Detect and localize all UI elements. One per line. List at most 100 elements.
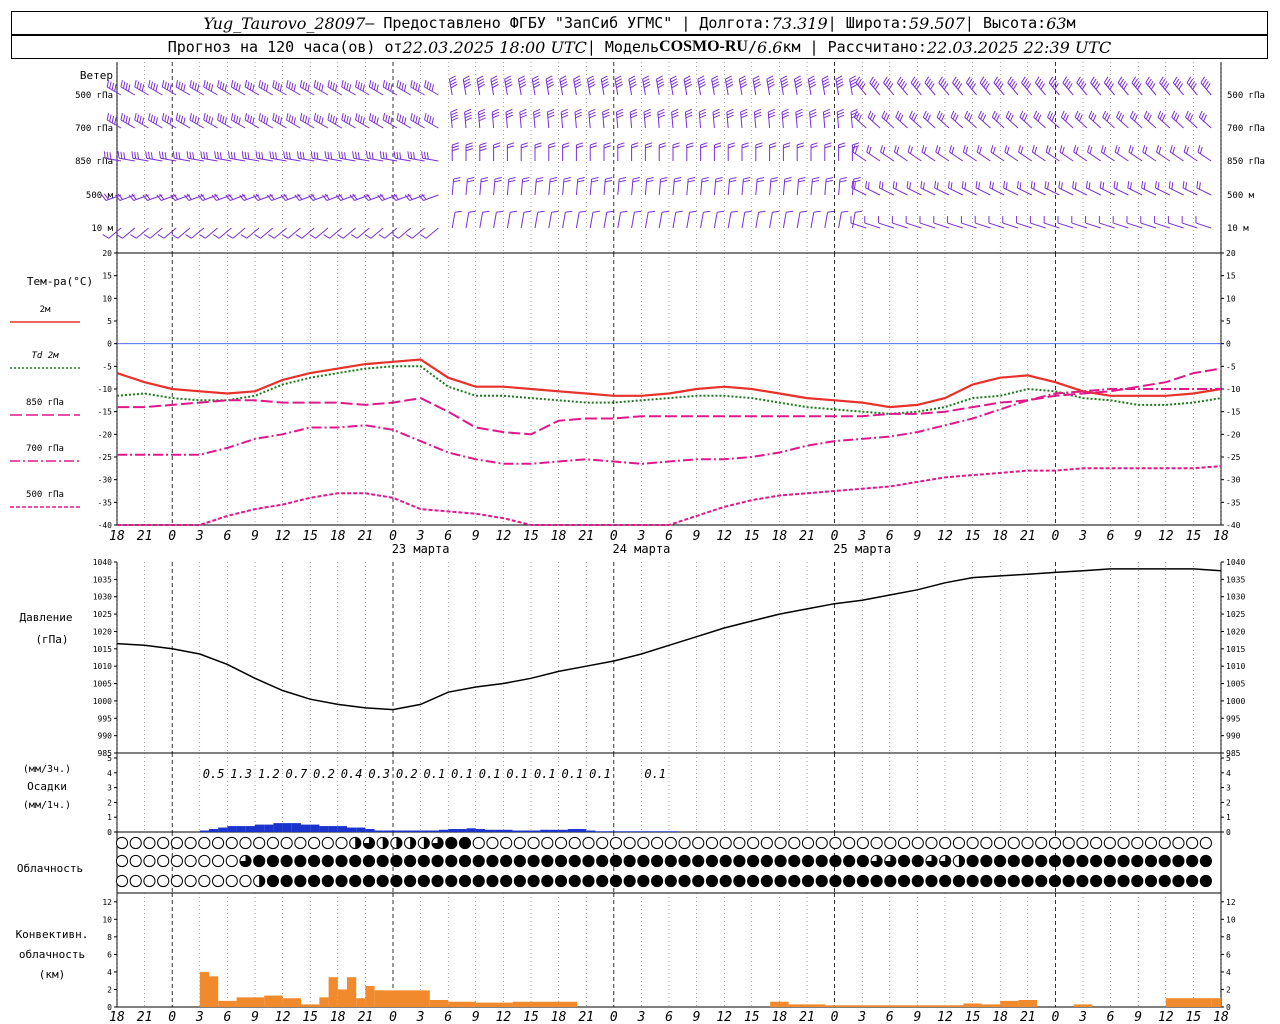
wind-barb-feather bbox=[784, 179, 792, 183]
wind-barb-feather bbox=[219, 81, 222, 89]
wind-barb-feather bbox=[279, 117, 283, 125]
wind-barb-feather bbox=[795, 81, 802, 86]
cloud-circle bbox=[747, 836, 760, 850]
hour-label: 12 bbox=[1158, 529, 1174, 544]
wind-barb-feather bbox=[224, 117, 227, 125]
pres-tick-label-right: 1040 bbox=[1226, 558, 1245, 567]
pres-tick-label-left: 990 bbox=[98, 732, 113, 741]
cloud-symbol bbox=[417, 836, 430, 850]
wind-barb-feather bbox=[738, 75, 746, 80]
wind-barb-feather bbox=[533, 108, 541, 113]
precip-3h-label: 1.3 bbox=[230, 767, 252, 781]
wind-barb-feather bbox=[1031, 145, 1035, 153]
hour-label: 18 bbox=[109, 529, 125, 544]
cloud-symbol bbox=[211, 854, 225, 868]
wind-barb-feather bbox=[148, 151, 150, 159]
wind-barb-feather bbox=[1033, 182, 1036, 190]
wind-barb-feather bbox=[1058, 180, 1061, 189]
wind-barb-feather bbox=[928, 80, 933, 88]
cloud-symbol bbox=[966, 836, 979, 850]
temp-tick-label-left: 10 bbox=[102, 294, 112, 303]
cloud-fill-full bbox=[308, 875, 320, 887]
cloud-circle bbox=[815, 836, 828, 850]
hour-label-bottom: 12 bbox=[937, 1010, 953, 1024]
cloud-symbol bbox=[266, 854, 280, 868]
hour-label: 15 bbox=[523, 529, 539, 544]
cloud-fill-full bbox=[363, 875, 375, 887]
wind-barb-shaft bbox=[617, 212, 622, 229]
wind-barb-feather bbox=[346, 115, 349, 123]
precip-unit-1h: (мм/1ч.) bbox=[23, 800, 71, 811]
wind-barb-feather bbox=[683, 75, 691, 80]
cloud-symbol bbox=[198, 854, 211, 868]
wind-barb-feather bbox=[519, 111, 527, 116]
temp-tick-label-right: -5 bbox=[1226, 362, 1236, 371]
wind-barb-feather bbox=[1090, 112, 1095, 120]
wind-barb-feather bbox=[924, 112, 929, 120]
cloud-symbol bbox=[266, 874, 280, 888]
cloud-symbol bbox=[801, 854, 815, 868]
cloud-symbol bbox=[897, 836, 911, 850]
wind-barb-feather bbox=[219, 152, 222, 160]
cloud-symbol bbox=[307, 854, 321, 868]
cloud-circle bbox=[843, 836, 856, 850]
cloud-symbol bbox=[115, 874, 129, 888]
wind-barb-feather bbox=[186, 151, 189, 159]
wind-barb-feather bbox=[883, 76, 888, 84]
wind-barb-feather bbox=[194, 115, 197, 123]
cloud-symbol bbox=[568, 854, 581, 868]
hour-label-bottom: 12 bbox=[496, 1010, 512, 1024]
cloud-fill-full bbox=[377, 855, 389, 867]
wind-barb-feather bbox=[810, 142, 818, 146]
precip-3h-label: 0.2 bbox=[313, 767, 335, 781]
cloud-fill-full bbox=[500, 855, 512, 867]
temperature-title: Тем-ра(°C) bbox=[27, 275, 93, 288]
wind-barb-feather bbox=[936, 110, 941, 118]
conv-bar bbox=[981, 1004, 1001, 1007]
wind-barb-feather bbox=[922, 110, 927, 118]
wind-barb-feather bbox=[952, 76, 957, 84]
wind-barb-feather bbox=[1038, 80, 1044, 88]
wind-barb-feather bbox=[643, 84, 651, 89]
wind-barb-shaft bbox=[631, 212, 635, 229]
wind-barb-feather bbox=[291, 115, 294, 123]
conv-title2: облачность bbox=[19, 948, 85, 961]
wind-barb-feather bbox=[263, 115, 266, 123]
wind-barb-feather bbox=[275, 152, 278, 160]
precip-bar bbox=[503, 829, 513, 832]
wind-barb-shaft bbox=[1002, 222, 1019, 229]
wind-barb-feather bbox=[481, 176, 489, 180]
wind-barb-feather bbox=[316, 114, 319, 122]
cloud-fill-full bbox=[514, 875, 526, 887]
wind-barb-feather bbox=[780, 75, 788, 80]
precip-3h-label: 0.1 bbox=[644, 767, 666, 781]
conv-bar bbox=[209, 976, 219, 1007]
precip-unit-3h: (мм/3ч.) bbox=[23, 764, 71, 775]
wind-barb-feather bbox=[857, 78, 862, 86]
cloud-fill-full bbox=[857, 875, 869, 887]
cloud-fill-full bbox=[1186, 875, 1198, 887]
wind-barb-feather bbox=[823, 108, 831, 113]
wind-barb-feather bbox=[850, 84, 858, 89]
cloud-fill-full bbox=[582, 875, 595, 887]
wind-barb-feather bbox=[171, 234, 179, 239]
wind-barb-feather bbox=[629, 78, 636, 83]
wind-barb-shaft bbox=[479, 212, 484, 229]
cloud-circle bbox=[897, 836, 911, 850]
wind-barb-feather bbox=[265, 84, 269, 92]
wind-barb-feather bbox=[362, 84, 365, 92]
wind-barb-feather bbox=[1093, 80, 1099, 88]
cloud-symbol bbox=[458, 836, 472, 850]
cloud-circle bbox=[225, 874, 238, 888]
cloud-fill-full bbox=[1104, 875, 1116, 887]
wind-barb-feather bbox=[302, 152, 305, 160]
cloud-symbol bbox=[925, 854, 938, 868]
wind-barb-feather bbox=[769, 142, 777, 146]
wind-barb-feather bbox=[153, 115, 156, 123]
wind-barb-feather bbox=[330, 152, 333, 160]
wind-barb-feather bbox=[178, 114, 181, 122]
wind-barb-feather bbox=[117, 151, 120, 159]
wind-barb-feather bbox=[302, 81, 305, 89]
cloud-symbol bbox=[376, 874, 389, 888]
wind-barb-feather bbox=[1066, 80, 1071, 88]
